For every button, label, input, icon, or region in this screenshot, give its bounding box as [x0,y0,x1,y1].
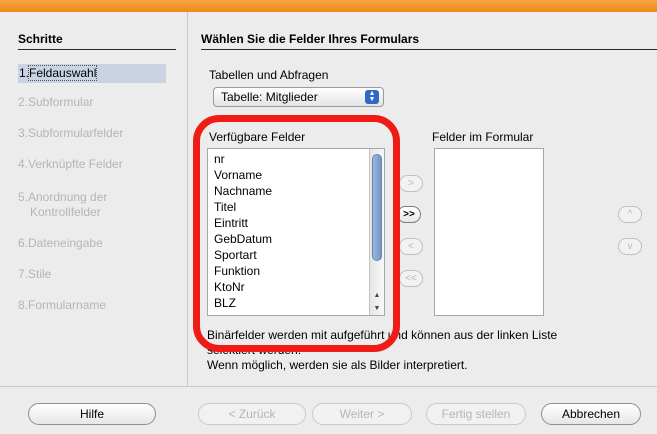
remove-all-fields-button[interactable]: << [399,270,423,287]
list-item[interactable]: Nachname [208,183,384,199]
footer-divider [0,386,657,387]
step-subform-fields[interactable]: 3.Subformularfelder [18,126,123,141]
sidebar-divider [18,49,176,50]
help-button[interactable]: Hilfe [28,403,156,425]
info-line: Binärfelder werden mit aufgeführt und kö… [207,328,558,342]
list-item[interactable]: nr [208,151,384,167]
sidebar-title: Schritte [18,32,63,46]
list-item[interactable]: Vorname [208,167,384,183]
step-joined-fields[interactable]: 4.Verknüpfte Felder [18,157,123,172]
tables-queries-label: Tabellen und Abfragen [209,68,329,82]
add-field-button[interactable]: > [399,175,423,192]
available-fields-list[interactable]: nr Vorname Nachname Titel Eintritt GebDa… [207,148,385,316]
list-item[interactable]: Eintritt [208,215,384,231]
select-arrows-icon: ▲ ▼ [365,90,379,104]
list-item[interactable]: Titel [208,199,384,215]
step-form-name[interactable]: 8.Formularname [18,298,106,313]
steps-sidebar: Schritte 1.Feldauswahl 2.Subformular 3.S… [0,12,187,386]
step-label: Feldauswahl [28,65,98,81]
list-item[interactable]: Sportart [208,247,384,263]
step-data-entry[interactable]: 6.Dateneingabe [18,236,103,251]
step-field-selection[interactable]: 1.Feldauswahl [18,64,166,83]
table-select[interactable]: Tabelle: Mitglieder ▲ ▼ [213,87,384,107]
list-item[interactable]: KtoNr [208,279,384,295]
remove-field-button[interactable]: < [399,238,423,255]
move-down-button[interactable]: v [618,238,642,255]
scrollbar-thumb[interactable] [372,154,382,261]
info-line: selektiert werden. [207,343,302,357]
list-item[interactable]: Funktion [208,263,384,279]
finish-button[interactable]: Fertig stellen [426,403,526,425]
step-label-line2: Kontrollfelder [30,205,101,219]
available-fields-label: Verfügbare Felder [209,130,306,144]
title-divider [201,49,657,50]
back-button[interactable]: < Zurück [198,403,306,425]
form-fields-list[interactable] [434,148,544,316]
list-item[interactable]: BLZ [208,295,384,311]
step-styles[interactable]: 7.Stile [18,267,51,282]
binary-fields-note: Binärfelder werden mit aufgeführt und kö… [207,328,647,373]
step-number: 1. [19,66,30,80]
step-arrange-controls[interactable]: 5.Anordnung der Kontrollfelder [18,190,107,220]
list-scrollbar[interactable]: ▲ ▼ [369,149,384,315]
scroll-down-icon[interactable]: ▼ [370,302,384,315]
window-top-bar [0,0,657,12]
info-line: Wenn möglich, werden sie als Bilder inte… [207,358,468,372]
next-button[interactable]: Weiter > [312,403,412,425]
form-fields-label: Felder im Formular [432,130,534,144]
main-panel: Wählen Sie die Felder Ihres Formulars Ta… [188,12,657,386]
table-select-value: Tabelle: Mitglieder [221,90,318,104]
step-subform[interactable]: 2.Subformular [18,95,93,110]
add-all-fields-button[interactable]: >> [397,206,421,223]
step-label-line1: 5.Anordnung der [18,190,108,204]
scroll-up-icon[interactable]: ▲ [370,289,384,302]
cancel-button[interactable]: Abbrechen [541,403,641,425]
move-up-button[interactable]: ^ [618,206,642,223]
page-title: Wählen Sie die Felder Ihres Formulars [201,32,420,46]
list-item[interactable]: GebDatum [208,231,384,247]
